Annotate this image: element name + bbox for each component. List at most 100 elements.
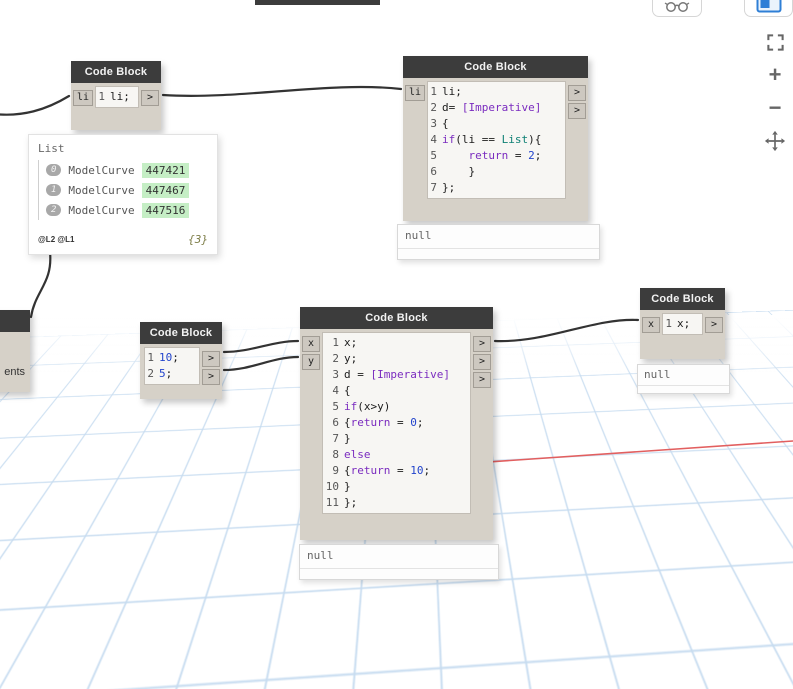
input-port-y[interactable]: y xyxy=(302,354,320,370)
list-item-value: 447421 xyxy=(141,162,190,178)
output-port[interactable]: > xyxy=(473,336,491,352)
blue-window-icon xyxy=(756,0,781,13)
view-controls-toolbar: + − xyxy=(760,30,790,153)
code-editor[interactable]: 1 x; 2 y; 3 d = [Imperative] 4{5 if(x>y) 6 {retur… xyxy=(322,332,471,514)
code-block-node-b[interactable]: Code Block li 1 li; 2 d= [Imperative] 3{ 4 if(… xyxy=(403,56,588,221)
preview-footer xyxy=(300,569,498,579)
code-line: 2 y; xyxy=(332,352,358,365)
input-ports: li xyxy=(73,86,94,106)
list-item: 0 ModelCurve 447421 xyxy=(46,160,208,180)
camera-export-button[interactable] xyxy=(652,0,702,17)
zoom-in-icon: + xyxy=(768,62,782,87)
list-index-badge: 1 xyxy=(46,184,62,196)
output-port[interactable]: > xyxy=(473,372,491,388)
output-port[interactable]: > xyxy=(568,103,586,119)
code-line: 3d = [Imperative] xyxy=(332,368,450,381)
output-port[interactable]: > xyxy=(141,90,159,106)
code-block-node-e[interactable]: Code Block 1 10; 2 5; > > xyxy=(140,322,222,399)
output-port[interactable]: > xyxy=(473,354,491,370)
code-line: 5 return = 2; xyxy=(430,149,542,162)
list-levels-label[interactable]: @L2 @L1 xyxy=(38,235,75,244)
list-item-type: ModelCurve xyxy=(68,203,135,217)
code-line: 1 li; xyxy=(98,90,130,103)
node-footer xyxy=(140,387,222,399)
code-editor[interactable]: 1 10; 2 5; xyxy=(144,347,200,385)
output-ports: > xyxy=(141,86,159,106)
code-line: 11}; xyxy=(325,496,358,509)
input-ports: x y xyxy=(302,332,320,370)
list-item-type: ModelCurve xyxy=(68,163,135,177)
list-preview-bubble[interactable]: List 0 ModelCurve 447421 1 ModelCurve 44… xyxy=(28,134,218,255)
code-block-node-g[interactable]: Code Block x 1 x; > xyxy=(640,288,725,359)
code-line: 6 } xyxy=(430,165,476,178)
output-port[interactable]: > xyxy=(202,351,220,367)
preview-value: null xyxy=(398,225,599,249)
code-line: 7} xyxy=(332,432,351,445)
zoom-out-icon: − xyxy=(768,95,782,120)
geometry-view-button[interactable] xyxy=(744,0,793,17)
list-footer: @L2 @L1 {3} xyxy=(38,233,208,246)
preview-footer xyxy=(398,249,599,259)
code-line: 3{ xyxy=(430,117,449,130)
node-title[interactable]: Code Block xyxy=(71,61,161,83)
code-line: 7}; xyxy=(430,181,456,194)
code-line: 1 10; xyxy=(147,351,179,364)
port-label-fragment: ents xyxy=(4,366,25,378)
fit-to-screen-icon xyxy=(766,33,784,51)
input-port-x[interactable]: x xyxy=(642,317,660,333)
glasses-icon xyxy=(664,2,690,12)
input-port-x[interactable]: x xyxy=(302,336,320,352)
preview-value: null xyxy=(300,545,498,569)
zoom-in-button[interactable]: + xyxy=(763,63,787,87)
node-title[interactable]: Code Block xyxy=(140,322,222,344)
code-line: 2 d= [Imperative] xyxy=(430,101,542,114)
code-line: 8 else xyxy=(332,448,371,461)
output-port[interactable]: > xyxy=(705,317,723,333)
node-title[interactable]: Code Block xyxy=(640,288,725,310)
output-port[interactable]: > xyxy=(202,369,220,385)
code-block-node-a[interactable]: Code Block li 1 li; > xyxy=(71,61,161,130)
node-footer xyxy=(640,337,725,359)
code-line: 2 5; xyxy=(147,367,173,380)
list-item-value: 447467 xyxy=(141,182,190,198)
code-line: 4 if(li == List){ xyxy=(430,133,542,146)
input-ports: li xyxy=(405,81,426,101)
node-b-preview-bubble[interactable]: null xyxy=(397,224,600,260)
preview-value: null xyxy=(638,365,729,386)
fit-to-screen-button[interactable] xyxy=(763,30,787,54)
partial-node-left[interactable]: ents xyxy=(0,310,30,392)
code-editor[interactable]: 1 li; xyxy=(95,86,139,108)
node-title[interactable]: Code Block xyxy=(403,56,588,78)
zoom-out-button[interactable]: − xyxy=(763,96,787,120)
dynamo-workspace[interactable]: Code Block li 1 li; > Code Block li 1 li; 2… xyxy=(0,0,793,689)
code-block-node-f[interactable]: Code Block x y 1 x; 2 y; 3 d = [Imperative] 4{… xyxy=(300,307,493,540)
node-g-preview-bubble[interactable]: null xyxy=(637,364,730,394)
partial-node-top[interactable] xyxy=(255,0,380,5)
code-editor[interactable]: 1 x; xyxy=(662,313,703,335)
input-port-li[interactable]: li xyxy=(405,85,426,101)
list-item: 2 ModelCurve 447516 xyxy=(46,200,208,220)
node-footer xyxy=(403,201,588,221)
node-body: ents xyxy=(0,332,30,392)
list-index-badge: 0 xyxy=(46,164,62,176)
code-editor[interactable]: 1 li; 2 d= [Imperative] 3{ 4 if(li == List){ 5 … xyxy=(427,81,566,199)
node-title[interactable] xyxy=(0,310,30,332)
input-port-li[interactable]: li xyxy=(73,90,94,106)
list-item-value: 447516 xyxy=(141,202,190,218)
node-title[interactable]: Code Block xyxy=(300,307,493,329)
code-line: 1 li; xyxy=(430,85,462,98)
node-footer xyxy=(300,516,493,540)
code-line: 1 x; xyxy=(332,336,358,349)
code-line: 4{ xyxy=(332,384,351,397)
list-item-type: ModelCurve xyxy=(68,183,135,197)
code-line: 1 x; xyxy=(665,317,691,330)
pan-icon xyxy=(764,130,786,152)
code-line: 6 {return = 0; xyxy=(332,416,424,429)
list-rows: 0 ModelCurve 447421 1 ModelCurve 447467 … xyxy=(38,160,208,220)
pan-button[interactable] xyxy=(763,129,787,153)
output-ports: > > xyxy=(202,347,220,385)
node-f-preview-bubble[interactable]: null xyxy=(299,544,499,580)
list-item: 1 ModelCurve 447467 xyxy=(46,180,208,200)
output-port[interactable]: > xyxy=(568,85,586,101)
code-line: 9 {return = 10; xyxy=(332,464,431,477)
